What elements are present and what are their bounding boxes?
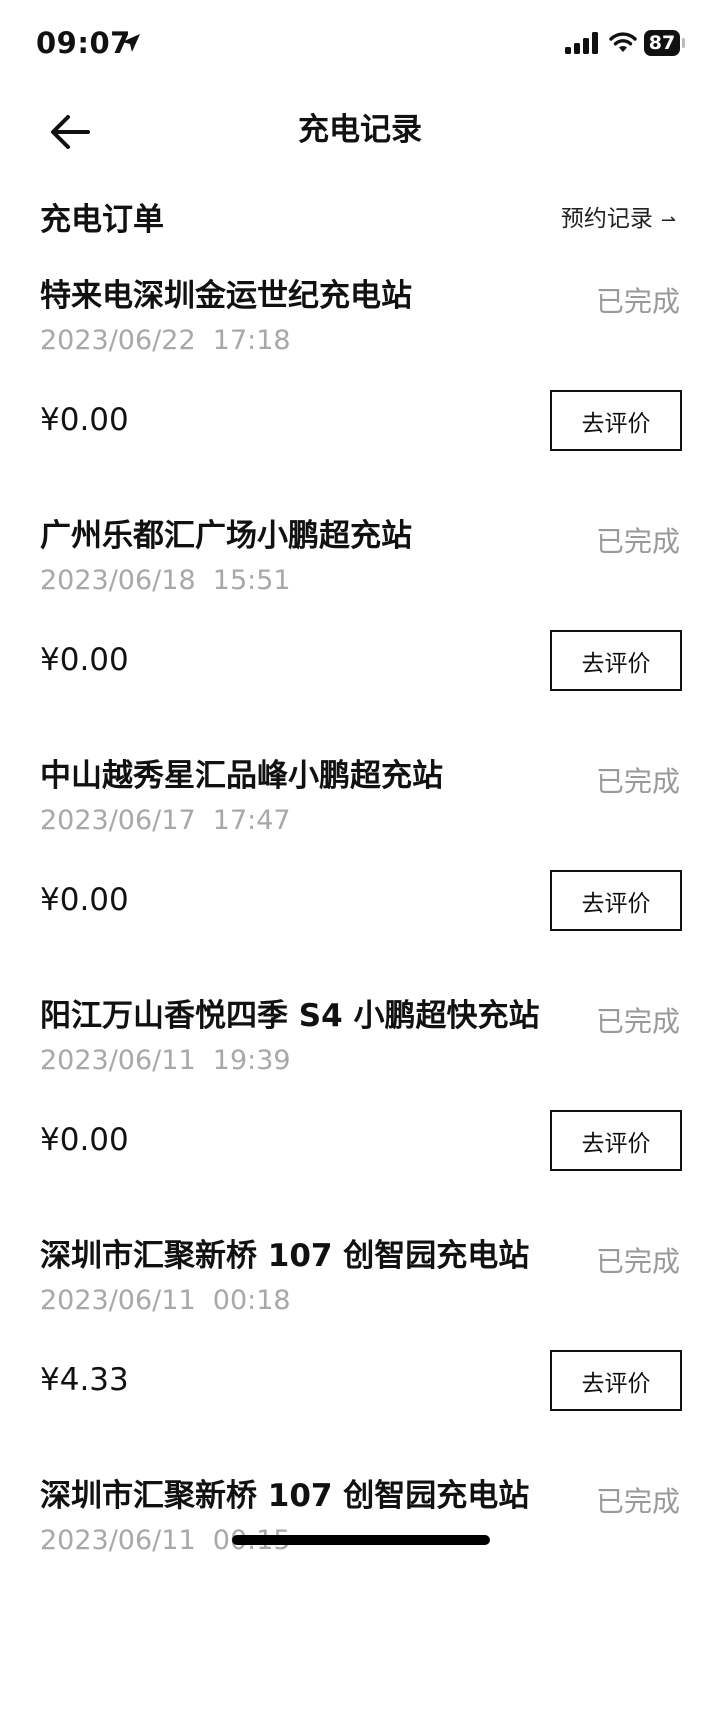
order-list: 特来电深圳金运世纪充电站 已完成 2023/06/22 17:18 ¥0.00 … <box>0 270 720 1710</box>
order-amount: ¥0.00 <box>40 642 129 678</box>
order-time: 2023/06/22 17:18 <box>40 325 291 356</box>
order-item[interactable]: 深圳市汇聚新桥 107 创智园充电站 已完成 2023/06/11 00:18 … <box>0 1230 720 1470</box>
order-time: 2023/06/11 00:18 <box>40 1285 291 1316</box>
station-name: 深圳市汇聚新桥 107 创智园充电站 <box>40 1238 530 1274</box>
order-time: 2023/06/11 19:39 <box>40 1045 291 1076</box>
order-status: 已完成 <box>595 1245 680 1278</box>
reservation-records-link[interactable]: 预约记录 ⇀ <box>561 202 676 238</box>
review-button[interactable]: 去评价 <box>550 630 682 691</box>
order-amount: ¥0.00 <box>40 402 129 438</box>
status-time: 09:07 <box>36 26 131 60</box>
page-title: 充电记录 <box>298 112 422 148</box>
battery-cap <box>682 38 685 48</box>
order-time: 2023/06/17 17:47 <box>40 805 291 836</box>
review-button[interactable]: 去评价 <box>550 390 682 451</box>
order-item[interactable]: 深圳市汇聚新桥 107 创智园充电站 已完成 2023/06/11 00:15 <box>0 1470 720 1710</box>
order-status: 已完成 <box>595 525 680 558</box>
order-item[interactable]: 广州乐都汇广场小鹏超充站 已完成 2023/06/18 15:51 ¥0.00 … <box>0 510 720 750</box>
station-name: 深圳市汇聚新桥 107 创智园充电站 <box>40 1478 530 1514</box>
battery-level: 87 <box>644 30 680 56</box>
station-name: 阳江万山香悦四季 S4 小鹏超快充站 <box>40 998 540 1034</box>
status-bar: 09:07 87 <box>0 0 720 86</box>
wifi-icon <box>609 32 637 52</box>
station-name: 特来电深圳金运世纪充电站 <box>40 278 412 314</box>
order-item[interactable]: 阳江万山香悦四季 S4 小鹏超快充站 已完成 2023/06/11 19:39 … <box>0 990 720 1230</box>
order-status: 已完成 <box>595 765 680 798</box>
order-item[interactable]: 特来电深圳金运世纪充电站 已完成 2023/06/22 17:18 ¥0.00 … <box>0 270 720 510</box>
order-status: 已完成 <box>595 1005 680 1038</box>
home-indicator[interactable] <box>232 1535 490 1545</box>
section-title: 充电订单 <box>40 202 164 238</box>
review-button[interactable]: 去评价 <box>550 1110 682 1171</box>
cellular-signal-icon <box>565 32 598 54</box>
reservation-link-label: 预约记录 <box>560 206 653 232</box>
review-button[interactable]: 去评价 <box>550 1350 682 1411</box>
order-time: 2023/06/18 15:51 <box>40 565 291 596</box>
arrow-right-icon: ⇀ <box>660 210 676 231</box>
battery-indicator: 87 <box>644 30 685 56</box>
order-amount: ¥4.33 <box>40 1362 129 1398</box>
order-amount: ¥0.00 <box>40 1122 129 1158</box>
order-status: 已完成 <box>595 285 680 318</box>
review-button[interactable]: 去评价 <box>550 870 682 931</box>
station-name: 中山越秀星汇品峰小鹏超充站 <box>40 758 443 794</box>
station-name: 广州乐都汇广场小鹏超充站 <box>40 518 412 554</box>
order-item[interactable]: 中山越秀星汇品峰小鹏超充站 已完成 2023/06/17 17:47 ¥0.00… <box>0 750 720 990</box>
order-amount: ¥0.00 <box>40 882 129 918</box>
order-status: 已完成 <box>595 1485 680 1518</box>
location-arrow-icon <box>122 34 140 52</box>
